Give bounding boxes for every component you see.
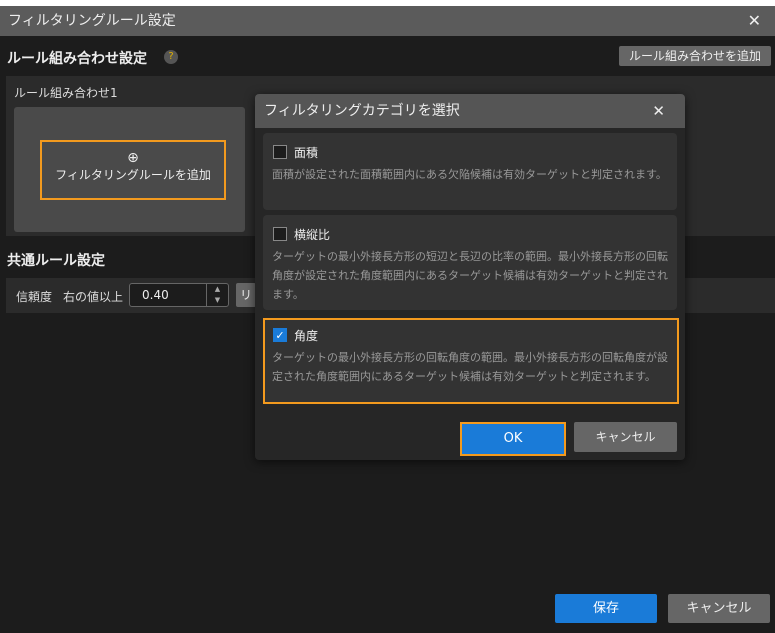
confidence-value: 0.40 xyxy=(142,288,169,302)
dialog-header: フィルタリングカテゴリを選択 ✕ xyxy=(255,94,685,128)
confidence-label: 信頼度 xyxy=(16,290,53,304)
category-desc: 面積が設定された面積範囲内にある欠陥候補は有効ターゲットと判定されます。 xyxy=(272,168,667,181)
add-circle-icon: ⊕ xyxy=(127,150,139,166)
checkbox-area[interactable] xyxy=(273,145,287,159)
category-dialog: フィルタリングカテゴリを選択 ✕ 面積 面積が設定された面積範囲内にある欠陥候補… xyxy=(255,94,685,460)
title-bar: フィルタリングルール設定 ✕ xyxy=(0,6,775,36)
confidence-input[interactable]: 0.40 ▲ ▼ xyxy=(129,283,229,307)
cancel-button[interactable]: キャンセル xyxy=(668,594,770,623)
close-icon[interactable]: ✕ xyxy=(652,94,665,128)
help-icon[interactable]: ? xyxy=(164,50,178,64)
category-aspect-ratio[interactable]: 横縦比 ターゲットの最小外接長方形の短辺と長辺の比率の範囲。最小外接長方形の回転… xyxy=(263,215,677,310)
category-name: 角度 xyxy=(294,329,319,343)
category-desc: ターゲットの最小外接長方形の短辺と長辺の比率の範囲。最小外接長方形の回転角度が設… xyxy=(272,250,668,301)
category-name: 横縦比 xyxy=(294,228,331,242)
spinner[interactable]: ▲ ▼ xyxy=(206,284,228,306)
common-section-title: 共通ルール設定 xyxy=(7,253,105,269)
ok-button[interactable]: OK xyxy=(460,422,566,456)
add-combo-button[interactable]: ルール組み合わせを追加 xyxy=(619,46,771,66)
partial-button[interactable]: リ xyxy=(236,283,256,307)
close-icon[interactable]: ✕ xyxy=(748,6,761,36)
add-rule-button[interactable]: ⊕ フィルタリングルールを追加 xyxy=(40,140,226,200)
checkbox-aspect-ratio[interactable] xyxy=(273,227,287,241)
category-desc: ターゲットの最小外接長方形の回転角度の範囲。最小外接長方形の回転角度が設定された… xyxy=(272,351,668,383)
dialog-cancel-button[interactable]: キャンセル xyxy=(574,422,677,452)
category-area[interactable]: 面積 面積が設定された面積範囲内にある欠陥候補は有効ターゲットと判定されます。 xyxy=(263,133,677,210)
dialog-title: フィルタリングカテゴリを選択 xyxy=(264,103,460,119)
checkbox-angle-checked-icon[interactable]: ✓ xyxy=(273,328,287,342)
category-angle[interactable]: ✓ 角度 ターゲットの最小外接長方形の回転角度の範囲。最小外接長方形の回転角度が… xyxy=(263,318,679,404)
condition-label: 右の値以上 xyxy=(63,290,124,304)
combo-section-title: ルール組み合わせ設定 xyxy=(7,51,147,67)
rule-card: ⊕ フィルタリングルールを追加 xyxy=(14,107,245,232)
add-rule-label: フィルタリングルールを追加 xyxy=(55,168,211,182)
combo-label: ルール組み合わせ1 xyxy=(14,86,118,100)
save-button[interactable]: 保存 xyxy=(555,594,657,623)
category-name: 面積 xyxy=(294,146,319,160)
window-title: フィルタリングルール設定 xyxy=(8,13,176,29)
